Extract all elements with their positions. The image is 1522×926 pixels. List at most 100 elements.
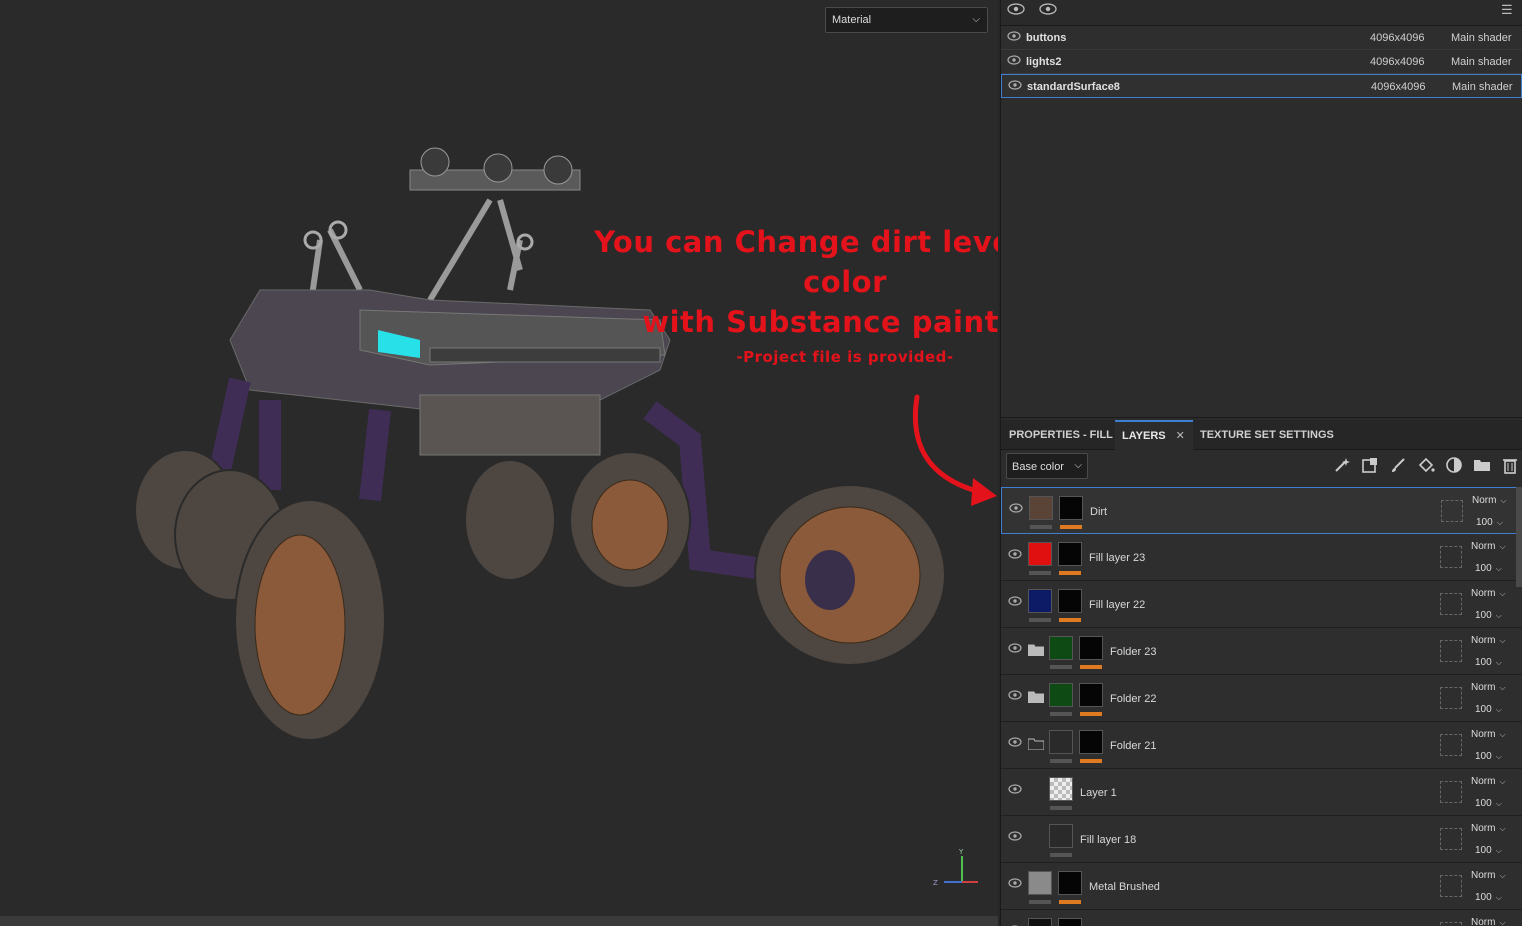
fill-bucket-icon[interactable] xyxy=(1416,456,1436,476)
layer-row[interactable]: Metal Brushed Norm ⌵ 100 ⌵ xyxy=(1001,863,1522,910)
folder-icon[interactable] xyxy=(1027,738,1045,751)
layer-thumbnail[interactable] xyxy=(1049,636,1073,660)
texture-set-shader[interactable]: Main shader xyxy=(1451,32,1512,44)
wand-icon[interactable] xyxy=(1332,456,1352,476)
texture-set-shader[interactable]: Main shader xyxy=(1451,56,1512,68)
layer-mask-thumbnail[interactable] xyxy=(1079,730,1103,754)
material-mode-select[interactable]: Material ⌵ xyxy=(825,7,988,33)
blend-mode-select[interactable]: Norm ⌵ xyxy=(1471,917,1506,926)
blend-mode-select[interactable]: Norm ⌵ xyxy=(1472,495,1507,506)
eye-icon[interactable] xyxy=(1039,2,1057,19)
layer-mask-thumbnail[interactable] xyxy=(1058,871,1082,895)
opacity-select[interactable]: 100 ⌵ xyxy=(1475,845,1502,856)
layer-thumbnail[interactable] xyxy=(1028,871,1052,895)
layer-mask-thumbnail[interactable] xyxy=(1079,683,1103,707)
opacity-select[interactable]: 100 ⌵ xyxy=(1475,610,1502,621)
folder-icon[interactable] xyxy=(1027,644,1045,657)
layer-row[interactable]: Fill layer 22 Norm ⌵ 100 ⌵ xyxy=(1001,581,1522,628)
texture-set-row[interactable]: lights2 4096x4096 Main shader xyxy=(1001,50,1522,74)
opacity-select[interactable]: 100 ⌵ xyxy=(1475,704,1502,715)
tab-properties-fill[interactable]: PROPERTIES - FILL xyxy=(1009,420,1113,450)
layer-row[interactable]: Norm⌵⌵ xyxy=(1001,910,1522,926)
blend-mode-select[interactable]: Norm ⌵ xyxy=(1471,588,1506,599)
blend-mode-select[interactable]: Norm ⌵ xyxy=(1471,541,1506,552)
layer-mask-thumbnail[interactable] xyxy=(1058,918,1082,926)
eye-toggle-all-icon[interactable] xyxy=(1007,2,1025,19)
texture-set-row[interactable]: buttons 4096x4096 Main shader xyxy=(1001,26,1522,50)
blend-mode-select[interactable]: Norm ⌵ xyxy=(1471,729,1506,740)
opacity-select[interactable]: 100 ⌵ xyxy=(1475,563,1502,574)
paint-brush-icon[interactable] xyxy=(1388,456,1408,476)
opacity-select[interactable]: 100 ⌵ xyxy=(1475,892,1502,903)
layer-mask-slot[interactable] xyxy=(1440,781,1462,803)
layer-mask-thumbnail[interactable] xyxy=(1058,589,1082,613)
layer-mask-slot[interactable] xyxy=(1440,546,1462,568)
promo-line-1: You can Change dirt level and color xyxy=(594,225,998,299)
layer-row[interactable]: Folder 21 Norm ⌵ 100 ⌵ xyxy=(1001,722,1522,769)
layer-thumbnail[interactable] xyxy=(1029,496,1053,520)
layer-thumbnail[interactable] xyxy=(1049,683,1073,707)
layer-thumbnail[interactable] xyxy=(1028,918,1052,926)
blend-mode-select[interactable]: Norm ⌵ xyxy=(1471,823,1506,834)
viewport-3d[interactable]: Material ⌵ You can Change dirt lev color… xyxy=(0,0,998,926)
layer-thumbnail[interactable] xyxy=(1049,730,1073,754)
layer-thumbnail[interactable] xyxy=(1028,542,1052,566)
layer-thumbnail[interactable] xyxy=(1049,777,1073,801)
layer-row[interactable]: Folder 23 Norm ⌵ 100 ⌵ xyxy=(1001,628,1522,675)
texture-set-list: buttons 4096x4096 Main shader lights2 4096x4… xyxy=(1001,26,1522,98)
folder-icon[interactable] xyxy=(1027,691,1045,704)
layer-row[interactable]: Fill layer 18 Norm ⌵ 100 ⌵ xyxy=(1001,816,1522,863)
texture-set-row[interactable]: standardSurface8 4096x4096 Main shader xyxy=(1001,74,1522,98)
opacity-value: 100 xyxy=(1475,798,1492,809)
opacity-select[interactable]: 100 ⌵ xyxy=(1476,517,1503,528)
layer-mask-slot[interactable] xyxy=(1440,922,1462,926)
blend-mode-select[interactable]: Norm ⌵ xyxy=(1471,870,1506,881)
layer-row[interactable]: Layer 1 Norm ⌵ 100 ⌵ xyxy=(1001,769,1522,816)
eye-icon[interactable] xyxy=(1008,831,1022,844)
viewport-scrollbar[interactable] xyxy=(0,916,998,926)
texture-set-shader[interactable]: Main shader xyxy=(1452,81,1513,93)
eye-icon[interactable] xyxy=(1008,737,1022,750)
channel-select[interactable]: Base color ⌵ xyxy=(1006,453,1088,479)
layer-mask-slot[interactable] xyxy=(1440,593,1462,615)
layer-thumbnail[interactable] xyxy=(1049,824,1073,848)
blend-mode-select[interactable]: Norm ⌵ xyxy=(1471,776,1506,787)
layer-row[interactable]: Fill layer 23 Norm ⌵ 100 ⌵ xyxy=(1001,534,1522,581)
layer-mask-slot[interactable] xyxy=(1441,500,1463,522)
layer-mask-thumbnail[interactable] xyxy=(1059,496,1083,520)
eye-icon[interactable] xyxy=(1008,690,1022,703)
eye-icon[interactable] xyxy=(1009,503,1023,516)
tab-layers[interactable]: LAYERS ✕ xyxy=(1115,420,1193,450)
blend-mode-select[interactable]: Norm ⌵ xyxy=(1471,635,1506,646)
layer-mask-slot[interactable] xyxy=(1440,828,1462,850)
menu-icon[interactable]: ☰ xyxy=(1501,2,1513,18)
layer-row[interactable]: Folder 22 Norm ⌵ 100 ⌵ xyxy=(1001,675,1522,722)
eye-icon[interactable] xyxy=(1007,55,1021,68)
eye-icon[interactable] xyxy=(1008,549,1022,562)
layer-row[interactable]: Dirt Norm ⌵ 100 ⌵ xyxy=(1001,487,1522,534)
layer-mask-slot[interactable] xyxy=(1440,875,1462,897)
tab-texture-set-settings[interactable]: TEXTURE SET SETTINGS xyxy=(1200,420,1334,450)
layer-mask-slot[interactable] xyxy=(1440,640,1462,662)
layer-thumbnail[interactable] xyxy=(1028,589,1052,613)
eye-icon[interactable] xyxy=(1008,643,1022,656)
layer-mask-slot[interactable] xyxy=(1440,734,1462,756)
trash-icon[interactable] xyxy=(1500,456,1520,476)
eye-icon[interactable] xyxy=(1008,878,1022,891)
smart-material-icon[interactable] xyxy=(1444,456,1464,476)
eye-icon[interactable] xyxy=(1008,596,1022,609)
layer-mask-slot[interactable] xyxy=(1440,687,1462,709)
opacity-select[interactable]: 100 ⌵ xyxy=(1475,751,1502,762)
folder-icon[interactable] xyxy=(1472,456,1492,476)
close-icon[interactable]: ✕ xyxy=(1176,430,1185,442)
eye-icon[interactable] xyxy=(1008,80,1022,93)
eye-icon[interactable] xyxy=(1008,784,1022,797)
opacity-select[interactable]: 100 ⌵ xyxy=(1475,657,1502,668)
opacity-select[interactable]: 100 ⌵ xyxy=(1475,798,1502,809)
effect-icon[interactable] xyxy=(1360,456,1380,476)
eye-icon[interactable] xyxy=(1007,31,1021,44)
blend-mode-select[interactable]: Norm ⌵ xyxy=(1471,682,1506,693)
layer-mask-thumbnail[interactable] xyxy=(1058,542,1082,566)
layer-mask-thumbnail[interactable] xyxy=(1079,636,1103,660)
layer-scrollbar[interactable] xyxy=(1516,487,1522,587)
